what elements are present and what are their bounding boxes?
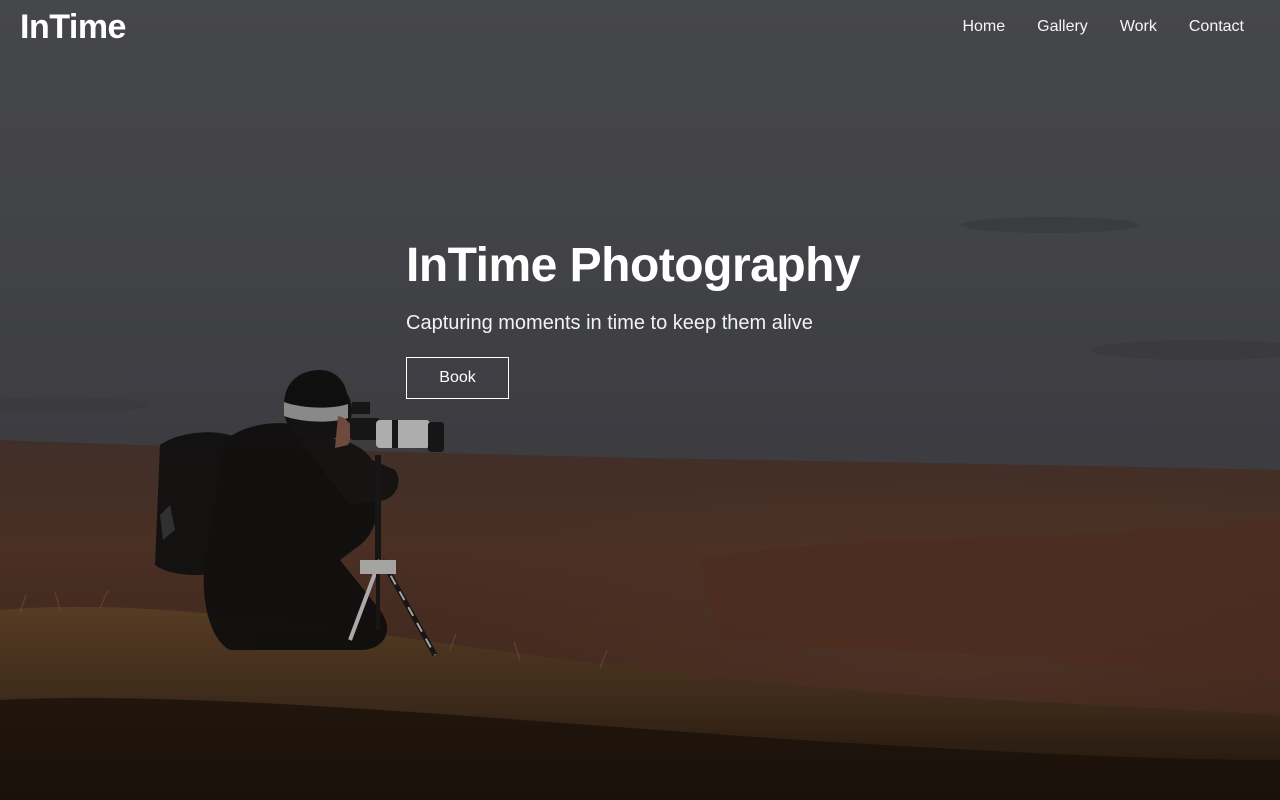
hero-title: InTime Photography: [406, 239, 861, 292]
nav-link-gallery[interactable]: Gallery: [1021, 16, 1104, 38]
nav-links: Home Gallery Work Contact: [946, 16, 1260, 38]
hero-section: InTime Home Gallery Work Contact InTime …: [0, 0, 1280, 800]
book-button[interactable]: Book: [406, 357, 509, 399]
nav-link-contact[interactable]: Contact: [1173, 16, 1260, 38]
hero-subtitle: Capturing moments in time to keep them a…: [406, 312, 813, 334]
hero-content: InTime Photography Capturing moments in …: [406, 238, 966, 399]
site-logo[interactable]: InTime: [20, 6, 126, 48]
hero-background-image: [0, 0, 1280, 800]
nav-link-work[interactable]: Work: [1104, 16, 1173, 38]
top-navbar: InTime Home Gallery Work Contact: [0, 0, 1280, 56]
nav-link-home[interactable]: Home: [946, 16, 1021, 38]
